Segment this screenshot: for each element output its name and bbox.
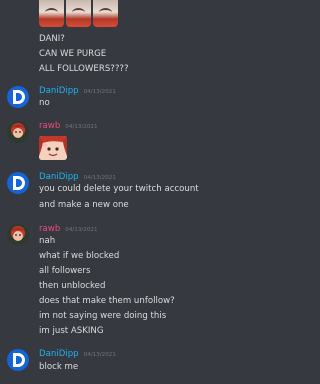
message-text: im not saying were doing this	[39, 311, 167, 321]
message-text: no	[39, 98, 50, 108]
timestamp: 04/13/2021	[65, 227, 98, 233]
author-name[interactable]: rawb 04/13/2021	[39, 121, 98, 131]
rawb-avatar-icon[interactable]	[7, 121, 29, 143]
message-text: does that make them unfollow?	[39, 296, 175, 306]
message-text: what if we blocked	[39, 251, 120, 261]
message-text: block me	[39, 362, 79, 372]
emote-icon[interactable]	[66, 0, 91, 27]
message-text: ALL FOLLOWERS????	[39, 64, 129, 74]
timestamp: 04/13/2021	[83, 89, 116, 95]
emote-icon[interactable]	[93, 0, 118, 27]
timestamp: 04/13/2021	[83, 175, 116, 181]
author-name[interactable]: rawb 04/13/2021	[39, 224, 98, 234]
timestamp: 04/13/2021	[65, 124, 98, 130]
emote-row	[39, 0, 118, 27]
message-text: CAN WE PURGE	[39, 49, 107, 59]
danidipp-logo-icon[interactable]	[7, 86, 29, 108]
message-text: all followers	[39, 266, 91, 276]
emote-icon[interactable]	[39, 0, 64, 27]
timestamp: 04/13/2021	[83, 352, 116, 358]
author-name[interactable]: DaniDipp 04/13/2021	[39, 172, 116, 182]
message-text: nah	[39, 236, 56, 246]
rawb-avatar-icon[interactable]	[7, 224, 29, 246]
message-text: then unblocked	[39, 281, 106, 291]
danidipp-logo-icon[interactable]	[7, 172, 29, 194]
author-name[interactable]: DaniDipp 04/13/2021	[39, 86, 116, 96]
message-text: and make a new one	[39, 200, 129, 210]
message-text: im just ASKING	[39, 326, 104, 336]
danidipp-logo-icon[interactable]	[7, 349, 29, 371]
emote-icon[interactable]	[39, 136, 67, 160]
author-name[interactable]: DaniDipp 04/13/2021	[39, 349, 116, 359]
message-text: DANI?	[39, 34, 65, 44]
message-text: you could delete your twitch account	[39, 184, 199, 194]
